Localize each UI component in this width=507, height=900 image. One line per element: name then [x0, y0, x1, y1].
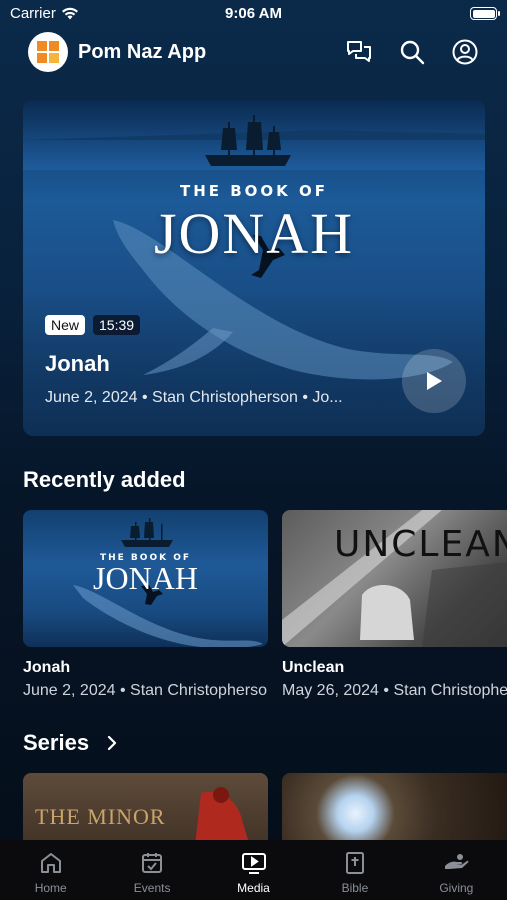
app-header: Pom Naz App	[28, 32, 479, 72]
status-bar: Carrier 9:06 AM	[0, 0, 507, 28]
media-icon	[241, 850, 267, 876]
media-card-title: Jonah	[23, 659, 71, 676]
duration-badge: 15:39	[93, 315, 141, 335]
tab-label: Home	[34, 881, 67, 895]
tab-label: Giving	[439, 881, 474, 895]
media-card-title: Unclean	[282, 659, 345, 676]
series-carousel[interactable]: THE MINOR	[23, 773, 507, 843]
series-card[interactable]	[282, 773, 507, 843]
tab-media[interactable]: Media	[203, 840, 304, 900]
app-title: Pom Naz App	[78, 40, 207, 63]
home-icon	[38, 850, 64, 876]
recently-added-carousel[interactable]: THE BOOK OF JONAH Jonah June 2, 2024 • S…	[23, 510, 507, 700]
tab-events[interactable]: Events	[101, 840, 202, 900]
play-icon	[427, 372, 442, 390]
thumb-art-title: UNCLEAN	[334, 524, 507, 565]
media-card-unclean[interactable]: UNCLEAN Unclean May 26, 2024 • Stan Chri…	[282, 510, 507, 700]
thumb-art-title: JONAH	[93, 560, 198, 596]
hero-title: Jonah	[45, 351, 110, 376]
recently-added-heading: Recently added	[23, 467, 186, 492]
play-button[interactable]	[402, 349, 466, 413]
profile-icon[interactable]	[451, 38, 479, 66]
chat-icon[interactable]	[345, 38, 373, 66]
hero-art-subtitle: THE BOOK OF	[179, 182, 329, 200]
app-logo[interactable]	[28, 32, 68, 72]
series-card[interactable]: THE MINOR	[23, 773, 268, 843]
featured-media-card[interactable]: THE BOOK OF JONAH New 15:39 Jonah June 2…	[23, 100, 485, 436]
series-header[interactable]: Series	[23, 730, 117, 756]
tab-bar: Home Events Media Bible Giving	[0, 840, 507, 900]
series-heading: Series	[23, 730, 90, 755]
giving-icon	[443, 850, 469, 876]
battery-icon	[470, 7, 500, 20]
tab-home[interactable]: Home	[0, 840, 101, 900]
tab-bible[interactable]: Bible	[304, 840, 405, 900]
tab-label: Bible	[341, 881, 369, 895]
tab-giving[interactable]: Giving	[406, 840, 507, 900]
media-thumbnail: THE BOOK OF JONAH	[23, 510, 268, 647]
chevron-right-icon	[107, 736, 117, 750]
calendar-icon	[139, 850, 165, 876]
media-card-meta: May 26, 2024 • Stan Christopherson	[282, 682, 507, 699]
media-card-jonah[interactable]: THE BOOK OF JONAH Jonah June 2, 2024 • S…	[23, 510, 268, 700]
series-art-title: THE MINOR	[35, 804, 166, 829]
hero-art-title: JONAH	[153, 201, 355, 266]
media-thumbnail: UNCLEAN	[282, 510, 507, 647]
bible-icon	[342, 850, 368, 876]
clock: 9:06 AM	[225, 5, 282, 22]
tab-label: Events	[133, 881, 171, 895]
hero-meta: June 2, 2024 • Stan Christopherson • Jo.…	[45, 389, 343, 406]
media-card-meta: June 2, 2024 • Stan Christopherson	[23, 682, 268, 699]
tab-label: Media	[237, 881, 270, 895]
new-badge: New	[45, 315, 86, 335]
search-icon[interactable]	[398, 38, 426, 66]
